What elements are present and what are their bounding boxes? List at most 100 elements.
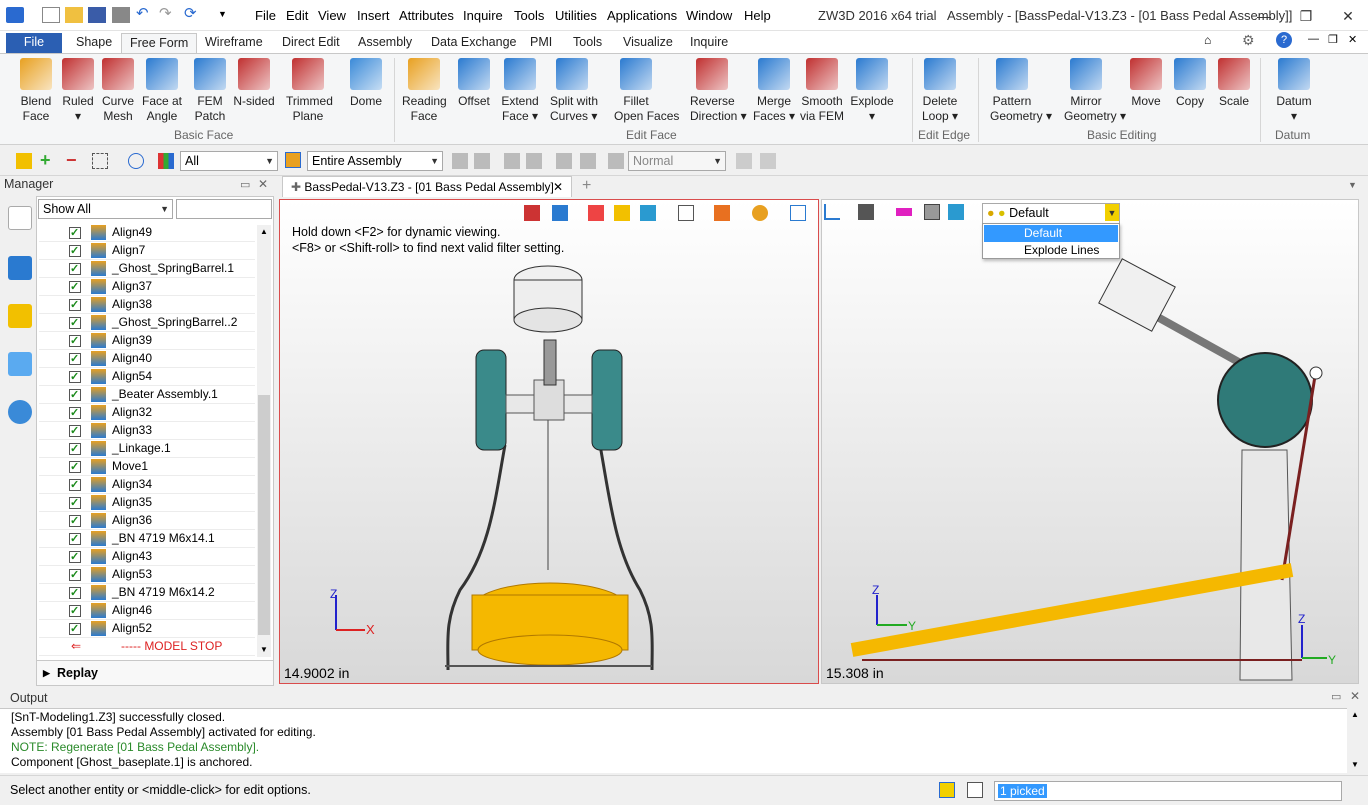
expand-icon[interactable]: ▶ bbox=[43, 661, 50, 685]
tree-item[interactable]: Align35 bbox=[39, 494, 255, 512]
filter-color-icon[interactable] bbox=[158, 153, 174, 169]
menu-window[interactable]: Window bbox=[686, 8, 732, 23]
undo-icon[interactable]: ↶ bbox=[136, 6, 154, 23]
visibility-checkbox[interactable] bbox=[69, 225, 81, 242]
tab-inquire[interactable]: Inquire bbox=[682, 33, 736, 53]
tree-item[interactable]: _Beater Assembly.1 bbox=[39, 386, 255, 404]
tree-item[interactable]: Align37 bbox=[39, 278, 255, 296]
menu-insert[interactable]: Insert bbox=[357, 8, 390, 23]
new-tab-icon[interactable]: + bbox=[582, 177, 591, 195]
show-all-combo[interactable]: Show All ▼ bbox=[38, 199, 173, 219]
visibility-checkbox[interactable] bbox=[69, 243, 81, 260]
visibility-checkbox[interactable] bbox=[69, 513, 81, 530]
visibility-checkbox[interactable] bbox=[69, 567, 81, 584]
tree-item[interactable]: Align54 bbox=[39, 368, 255, 386]
doc-minimize-icon[interactable]: — bbox=[1308, 33, 1319, 45]
basic-face-button-1[interactable]: Ruled ▾ bbox=[56, 58, 100, 124]
scroll-up-icon[interactable]: ▲ bbox=[1351, 710, 1359, 719]
part-icon[interactable] bbox=[8, 304, 32, 328]
visibility-checkbox[interactable] bbox=[69, 549, 81, 566]
datum-button-0[interactable]: Datum ▾ bbox=[1272, 58, 1316, 124]
viewport-front[interactable]: Hold down <F2> for dynamic viewing. <F8>… bbox=[279, 199, 819, 684]
manager-search-input[interactable] bbox=[176, 199, 272, 219]
menu-tools[interactable]: Tools bbox=[514, 8, 544, 23]
tab-shape[interactable]: Shape bbox=[68, 33, 120, 53]
collapse-ribbon-icon[interactable]: ⌂ bbox=[1204, 33, 1211, 47]
edit-face-button-3[interactable]: Split with Curves ▾ bbox=[550, 58, 598, 124]
model-stop-marker[interactable]: ⇐ ----- MODEL STOP HERE ----- bbox=[39, 638, 255, 656]
view-icon[interactable] bbox=[8, 352, 32, 376]
basic-editing-button-4[interactable]: Scale bbox=[1212, 58, 1256, 109]
assembly-tree-icon[interactable] bbox=[8, 206, 32, 230]
doc-restore-icon[interactable]: ❐ bbox=[1328, 33, 1338, 46]
select-arrow-icon[interactable] bbox=[16, 153, 32, 169]
basic-face-button-0[interactable]: Blend Face bbox=[14, 58, 58, 124]
basic-face-button-5[interactable]: N-sided bbox=[232, 58, 276, 109]
viewport-side[interactable]: ● ● Default ▼ Z Y Z Y 15.308 in bbox=[821, 199, 1359, 684]
basic-face-button-2[interactable]: Curve Mesh bbox=[96, 58, 140, 124]
edit-edge-button-0[interactable]: Delete Loop ▾ bbox=[918, 58, 962, 124]
tree-item[interactable]: Align34 bbox=[39, 476, 255, 494]
visibility-checkbox[interactable] bbox=[69, 477, 81, 494]
scroll-thumb[interactable] bbox=[258, 395, 270, 635]
assembly-scope-icon[interactable] bbox=[285, 152, 301, 168]
edit-face-button-8[interactable]: Explode ▾ bbox=[850, 58, 894, 124]
visibility-checkbox[interactable] bbox=[69, 495, 81, 512]
tab-data-exchange[interactable]: Data Exchange bbox=[423, 33, 524, 53]
tree-item[interactable]: Align53 bbox=[39, 566, 255, 584]
tree-item[interactable]: Align46 bbox=[39, 602, 255, 620]
tree-item[interactable]: Align39 bbox=[39, 332, 255, 350]
tree-item[interactable]: Align36 bbox=[39, 512, 255, 530]
tab-file[interactable]: File bbox=[6, 33, 62, 53]
visibility-checkbox[interactable] bbox=[69, 459, 81, 476]
tab-wireframe[interactable]: Wireframe bbox=[197, 33, 271, 53]
tab-direct-edit[interactable]: Direct Edit bbox=[274, 33, 348, 53]
tree-item[interactable]: Align43 bbox=[39, 548, 255, 566]
visibility-checkbox[interactable] bbox=[69, 585, 81, 602]
edit-face-button-1[interactable]: Offset bbox=[452, 58, 496, 109]
tree-item[interactable]: Align32 bbox=[39, 404, 255, 422]
new-file-icon[interactable] bbox=[42, 7, 60, 23]
tab-free-form[interactable]: Free Form bbox=[121, 33, 198, 53]
edit-face-button-2[interactable]: Extend Face ▾ bbox=[498, 58, 542, 124]
scroll-down-icon[interactable]: ▼ bbox=[1351, 760, 1359, 769]
edit-face-button-7[interactable]: Smooth via FEM bbox=[800, 58, 844, 124]
basic-editing-button-2[interactable]: Move bbox=[1124, 58, 1168, 109]
tree-item[interactable]: Align49 bbox=[39, 224, 255, 242]
scroll-down-icon[interactable]: ▼ bbox=[260, 645, 268, 654]
edit-face-button-6[interactable]: Merge Faces ▾ bbox=[752, 58, 796, 124]
menu-attributes[interactable]: Attributes bbox=[399, 8, 454, 23]
basic-face-button-7[interactable]: Dome bbox=[344, 58, 388, 109]
option-default[interactable]: Default bbox=[984, 225, 1118, 242]
edit-face-button-0[interactable]: Reading Face bbox=[402, 58, 447, 124]
visibility-checkbox[interactable] bbox=[69, 333, 81, 350]
scroll-up-icon[interactable]: ▲ bbox=[260, 227, 268, 236]
replay-section[interactable]: ▶ Replay bbox=[37, 660, 273, 685]
visibility-checkbox[interactable] bbox=[69, 441, 81, 458]
tree-item[interactable]: _BN 4719 M6x14.1 bbox=[39, 530, 255, 548]
menu-applications[interactable]: Applications bbox=[607, 8, 677, 23]
tab-pmi[interactable]: PMI bbox=[522, 33, 560, 53]
menu-utilities[interactable]: Utilities bbox=[555, 8, 597, 23]
visibility-checkbox[interactable] bbox=[69, 405, 81, 422]
tree-item[interactable]: Align33 bbox=[39, 422, 255, 440]
document-tab[interactable]: ✚ BassPedal-V13.Z3 - [01 Bass Pedal Asse… bbox=[282, 176, 572, 197]
output-scrollbar[interactable]: ▲ ▼ bbox=[1347, 708, 1364, 773]
add-icon[interactable]: + bbox=[40, 151, 56, 169]
save-icon[interactable] bbox=[88, 7, 106, 23]
pin-icon[interactable]: ▭ bbox=[240, 178, 250, 191]
output-close-icon[interactable]: ✕ bbox=[1350, 689, 1360, 703]
redo-icon[interactable]: ↷ bbox=[159, 6, 177, 23]
edit-face-button-4[interactable]: Fillet Open Faces bbox=[614, 58, 679, 124]
tree-item[interactable]: _Ghost_SpringBarrel.1 bbox=[39, 260, 255, 278]
output-pin-icon[interactable]: ▭ bbox=[1331, 690, 1341, 703]
visibility-checkbox[interactable] bbox=[69, 279, 81, 296]
tab-assembly[interactable]: Assembly bbox=[350, 33, 420, 53]
maximize-icon[interactable]: ❐ bbox=[1286, 4, 1326, 28]
tree-item[interactable]: _BN 4719 M6x14.2 bbox=[39, 584, 255, 602]
menu-edit[interactable]: Edit bbox=[286, 8, 308, 23]
tree-item[interactable]: _Ghost_SpringBarrel..2 bbox=[39, 314, 255, 332]
tree-item[interactable]: Align52 bbox=[39, 620, 255, 638]
open-folder-icon[interactable] bbox=[65, 7, 83, 23]
hierarchy-icon[interactable] bbox=[8, 256, 32, 280]
